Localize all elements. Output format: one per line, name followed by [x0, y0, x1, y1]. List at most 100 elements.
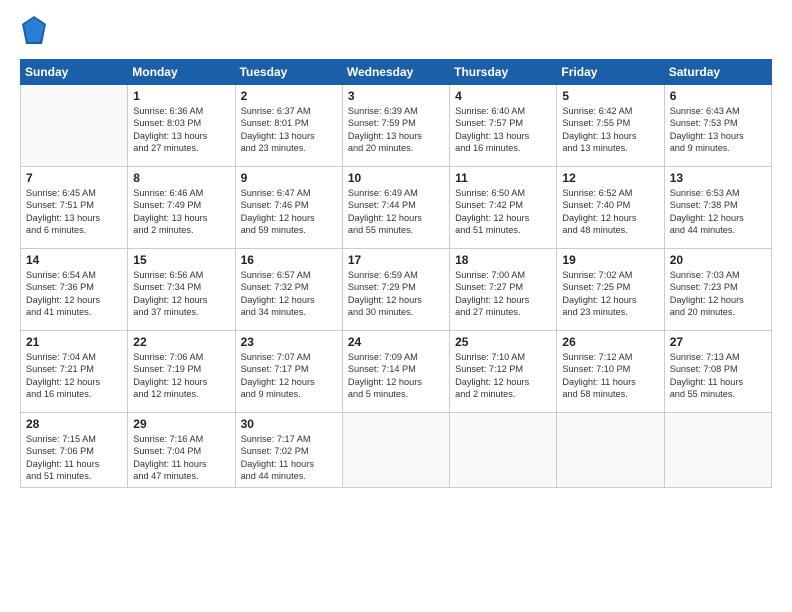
day-details: Sunrise: 7:16 AMSunset: 7:04 PMDaylight:…: [133, 433, 229, 483]
day-number: 28: [26, 417, 122, 431]
day-details: Sunrise: 6:36 AMSunset: 8:03 PMDaylight:…: [133, 105, 229, 155]
day-details: Sunrise: 6:52 AMSunset: 7:40 PMDaylight:…: [562, 187, 658, 237]
calendar-cell: 20 Sunrise: 7:03 AMSunset: 7:23 PMDayligh…: [664, 249, 771, 331]
calendar-cell: 13 Sunrise: 6:53 AMSunset: 7:38 PMDayligh…: [664, 167, 771, 249]
page-header: [20, 18, 772, 49]
day-number: 14: [26, 253, 122, 267]
calendar-cell: 10 Sunrise: 6:49 AMSunset: 7:44 PMDayligh…: [342, 167, 449, 249]
day-details: Sunrise: 7:13 AMSunset: 7:08 PMDaylight:…: [670, 351, 766, 401]
day-number: 22: [133, 335, 229, 349]
day-details: Sunrise: 6:59 AMSunset: 7:29 PMDaylight:…: [348, 269, 444, 319]
day-details: Sunrise: 6:56 AMSunset: 7:34 PMDaylight:…: [133, 269, 229, 319]
day-details: Sunrise: 7:06 AMSunset: 7:19 PMDaylight:…: [133, 351, 229, 401]
day-details: Sunrise: 6:53 AMSunset: 7:38 PMDaylight:…: [670, 187, 766, 237]
calendar-cell: [21, 85, 128, 167]
day-details: Sunrise: 7:09 AMSunset: 7:14 PMDaylight:…: [348, 351, 444, 401]
calendar-cell: 22 Sunrise: 7:06 AMSunset: 7:19 PMDayligh…: [128, 331, 235, 413]
logo: [20, 18, 46, 49]
day-number: 18: [455, 253, 551, 267]
day-number: 1: [133, 89, 229, 103]
day-number: 15: [133, 253, 229, 267]
day-number: 9: [241, 171, 337, 185]
calendar-cell: 7 Sunrise: 6:45 AMSunset: 7:51 PMDaylight…: [21, 167, 128, 249]
calendar-cell: 9 Sunrise: 6:47 AMSunset: 7:46 PMDaylight…: [235, 167, 342, 249]
calendar-cell: 19 Sunrise: 7:02 AMSunset: 7:25 PMDayligh…: [557, 249, 664, 331]
day-details: Sunrise: 7:02 AMSunset: 7:25 PMDaylight:…: [562, 269, 658, 319]
day-number: 4: [455, 89, 551, 103]
calendar-cell: 28 Sunrise: 7:15 AMSunset: 7:06 PMDayligh…: [21, 413, 128, 488]
calendar-weekday-tuesday: Tuesday: [235, 60, 342, 85]
day-details: Sunrise: 7:00 AMSunset: 7:27 PMDaylight:…: [455, 269, 551, 319]
calendar-header-row: SundayMondayTuesdayWednesdayThursdayFrid…: [21, 60, 772, 85]
day-number: 8: [133, 171, 229, 185]
calendar-weekday-wednesday: Wednesday: [342, 60, 449, 85]
calendar-cell: 11 Sunrise: 6:50 AMSunset: 7:42 PMDayligh…: [450, 167, 557, 249]
calendar-weekday-friday: Friday: [557, 60, 664, 85]
day-details: Sunrise: 6:37 AMSunset: 8:01 PMDaylight:…: [241, 105, 337, 155]
day-details: Sunrise: 6:54 AMSunset: 7:36 PMDaylight:…: [26, 269, 122, 319]
calendar-weekday-sunday: Sunday: [21, 60, 128, 85]
day-details: Sunrise: 6:49 AMSunset: 7:44 PMDaylight:…: [348, 187, 444, 237]
calendar-cell: 6 Sunrise: 6:43 AMSunset: 7:53 PMDaylight…: [664, 85, 771, 167]
day-number: 25: [455, 335, 551, 349]
calendar-cell: 4 Sunrise: 6:40 AMSunset: 7:57 PMDaylight…: [450, 85, 557, 167]
day-details: Sunrise: 7:10 AMSunset: 7:12 PMDaylight:…: [455, 351, 551, 401]
calendar-cell: 15 Sunrise: 6:56 AMSunset: 7:34 PMDayligh…: [128, 249, 235, 331]
day-number: 16: [241, 253, 337, 267]
day-number: 6: [670, 89, 766, 103]
day-number: 13: [670, 171, 766, 185]
day-details: Sunrise: 6:47 AMSunset: 7:46 PMDaylight:…: [241, 187, 337, 237]
day-number: 3: [348, 89, 444, 103]
calendar-cell: 3Sunrise: 6:39 AMSunset: 7:59 PMDaylight…: [342, 85, 449, 167]
calendar-cell: 21Sunrise: 7:04 AMSunset: 7:21 PMDayligh…: [21, 331, 128, 413]
day-number: 12: [562, 171, 658, 185]
calendar-cell: 26 Sunrise: 7:12 AMSunset: 7:10 PMDayligh…: [557, 331, 664, 413]
day-number: 26: [562, 335, 658, 349]
calendar-cell: 24 Sunrise: 7:09 AMSunset: 7:14 PMDayligh…: [342, 331, 449, 413]
day-details: Sunrise: 7:15 AMSunset: 7:06 PMDaylight:…: [26, 433, 122, 483]
day-details: Sunrise: 7:07 AMSunset: 7:17 PMDaylight:…: [241, 351, 337, 401]
day-number: 11: [455, 171, 551, 185]
day-number: 10: [348, 171, 444, 185]
day-number: 2: [241, 89, 337, 103]
day-number: 17: [348, 253, 444, 267]
calendar-cell: 16Sunrise: 6:57 AMSunset: 7:32 PMDayligh…: [235, 249, 342, 331]
calendar-cell: [450, 413, 557, 488]
calendar-table: SundayMondayTuesdayWednesdayThursdayFrid…: [20, 59, 772, 488]
calendar-cell: 8 Sunrise: 6:46 AMSunset: 7:49 PMDaylight…: [128, 167, 235, 249]
day-details: Sunrise: 6:43 AMSunset: 7:53 PMDaylight:…: [670, 105, 766, 155]
calendar-cell: 18 Sunrise: 7:00 AMSunset: 7:27 PMDayligh…: [450, 249, 557, 331]
day-number: 7: [26, 171, 122, 185]
day-details: Sunrise: 6:40 AMSunset: 7:57 PMDaylight:…: [455, 105, 551, 155]
calendar-cell: [664, 413, 771, 488]
day-number: 5: [562, 89, 658, 103]
day-details: Sunrise: 7:04 AMSunset: 7:21 PMDaylight:…: [26, 351, 122, 401]
calendar-cell: 5 Sunrise: 6:42 AMSunset: 7:55 PMDaylight…: [557, 85, 664, 167]
logo-icon: [22, 16, 46, 44]
calendar-cell: [557, 413, 664, 488]
day-details: Sunrise: 6:45 AMSunset: 7:51 PMDaylight:…: [26, 187, 122, 237]
day-number: 19: [562, 253, 658, 267]
calendar-cell: 29Sunrise: 7:16 AMSunset: 7:04 PMDayligh…: [128, 413, 235, 488]
day-details: Sunrise: 7:03 AMSunset: 7:23 PMDaylight:…: [670, 269, 766, 319]
day-number: 23: [241, 335, 337, 349]
day-number: 30: [241, 417, 337, 431]
day-number: 24: [348, 335, 444, 349]
calendar-cell: 23 Sunrise: 7:07 AMSunset: 7:17 PMDayligh…: [235, 331, 342, 413]
calendar-cell: 12 Sunrise: 6:52 AMSunset: 7:40 PMDayligh…: [557, 167, 664, 249]
calendar-weekday-thursday: Thursday: [450, 60, 557, 85]
day-details: Sunrise: 6:46 AMSunset: 7:49 PMDaylight:…: [133, 187, 229, 237]
calendar-cell: 17 Sunrise: 6:59 AMSunset: 7:29 PMDayligh…: [342, 249, 449, 331]
day-number: 27: [670, 335, 766, 349]
calendar-cell: 14 Sunrise: 6:54 AMSunset: 7:36 PMDayligh…: [21, 249, 128, 331]
calendar-cell: 2 Sunrise: 6:37 AMSunset: 8:01 PMDaylight…: [235, 85, 342, 167]
calendar-cell: 1 Sunrise: 6:36 AMSunset: 8:03 PMDaylight…: [128, 85, 235, 167]
calendar-cell: 25 Sunrise: 7:10 AMSunset: 7:12 PMDayligh…: [450, 331, 557, 413]
day-details: Sunrise: 7:12 AMSunset: 7:10 PMDaylight:…: [562, 351, 658, 401]
calendar-cell: 30Sunrise: 7:17 AMSunset: 7:02 PMDayligh…: [235, 413, 342, 488]
day-number: 20: [670, 253, 766, 267]
day-details: Sunrise: 6:50 AMSunset: 7:42 PMDaylight:…: [455, 187, 551, 237]
calendar-cell: [342, 413, 449, 488]
calendar-cell: 27 Sunrise: 7:13 AMSunset: 7:08 PMDayligh…: [664, 331, 771, 413]
day-details: Sunrise: 6:42 AMSunset: 7:55 PMDaylight:…: [562, 105, 658, 155]
